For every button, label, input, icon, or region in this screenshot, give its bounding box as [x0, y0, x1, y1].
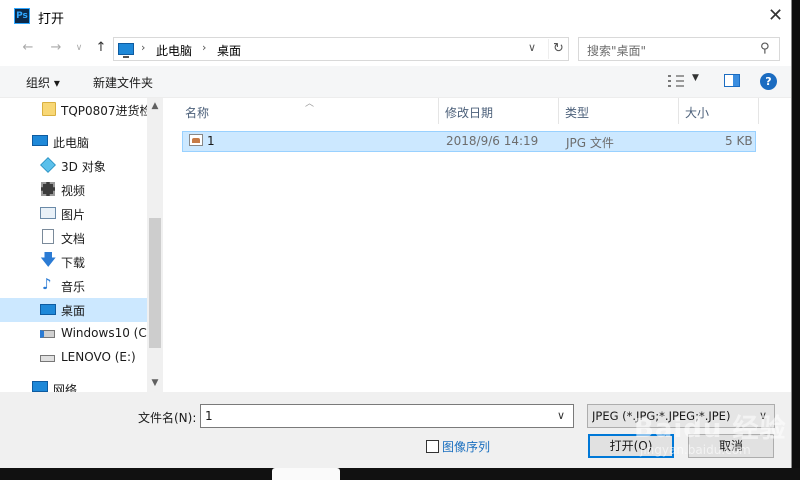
- desktop-icon: [40, 304, 56, 315]
- file-list: 名称 ︿ 修改日期 类型 大小 1 2018/9/6 14:19 JPG 文件 …: [164, 98, 791, 392]
- sidebar-item-label: 网络: [53, 383, 78, 392]
- sidebar-scroll-thumb[interactable]: [149, 218, 161, 348]
- photoshop-icon: Ps: [14, 8, 30, 24]
- breadcrumb-desktop[interactable]: 桌面: [217, 42, 241, 59]
- sidebar-item-label: 图片: [61, 208, 86, 222]
- sidebar-item-pictures[interactable]: 图片: [0, 202, 147, 226]
- breadcrumb-separator-icon: ›: [141, 41, 146, 54]
- new-folder-button[interactable]: 新建文件夹: [93, 74, 153, 91]
- recent-locations-button[interactable]: ∨: [70, 38, 88, 58]
- close-icon: ✕: [767, 5, 784, 26]
- filename-label: 文件名(N):: [138, 411, 197, 425]
- forward-arrow-icon: →: [50, 40, 62, 55]
- download-icon: 🡇: [40, 250, 57, 269]
- filename-dropdown-icon[interactable]: ∨: [557, 409, 565, 422]
- pc-icon: [32, 135, 48, 146]
- sort-ascending-icon: ︿: [305, 99, 315, 109]
- music-icon: ♪: [42, 275, 52, 293]
- column-header-type[interactable]: 类型: [559, 98, 679, 124]
- video-icon: [41, 182, 55, 196]
- preview-pane-icon[interactable]: [724, 74, 740, 87]
- column-header-date[interactable]: 修改日期: [439, 98, 559, 124]
- sidebar-item-3d-objects[interactable]: 3D 对象: [0, 154, 147, 178]
- sidebar-item-videos[interactable]: 视频: [0, 178, 147, 202]
- folder-icon: [42, 102, 56, 116]
- organize-button[interactable]: 组织 ▾: [26, 74, 60, 91]
- open-file-dialog: Ps 打开 ✕ ← → ∨ ↑ › 此电脑 › 桌面 ∨ ↻ 搜索"桌面" ⚲ …: [0, 0, 792, 468]
- sidebar-item-network[interactable]: 网络: [0, 377, 147, 392]
- chevron-down-icon: ∨: [75, 43, 83, 53]
- sidebar-item-drive-e[interactable]: LENOVO (E:): [0, 346, 147, 370]
- drive-e-icon: [40, 355, 55, 362]
- breadcrumb-separator-icon: ›: [202, 41, 207, 54]
- sidebar-item-drive-c[interactable]: Windows10 (C:: [0, 322, 149, 346]
- address-bar[interactable]: › 此电脑 › 桌面 ∨ ↻: [113, 37, 569, 61]
- column-header-name[interactable]: 名称 ︿: [179, 98, 439, 124]
- file-modified: 2018/9/6 14:19: [446, 134, 539, 148]
- filename-input[interactable]: 1 ∨: [200, 404, 574, 428]
- back-arrow-icon: ←: [22, 40, 34, 55]
- 3d-objects-icon: [40, 157, 56, 173]
- close-button[interactable]: ✕: [760, 0, 791, 32]
- window-title: 打开: [38, 12, 65, 27]
- background-tab: [272, 468, 340, 480]
- view-dropdown-icon[interactable]: ▼: [692, 73, 699, 83]
- drive-c-icon: [40, 330, 55, 338]
- network-icon: [32, 381, 48, 392]
- sidebar-item-label: LENOVO (E:): [61, 350, 136, 364]
- column-header-label: 大小: [685, 106, 710, 120]
- watermark-url: jingyan.baidu.com: [640, 443, 751, 457]
- sidebar-item-desktop[interactable]: 桌面: [0, 298, 147, 322]
- watermark-logo: Baidu 经验: [634, 414, 787, 444]
- sidebar-item-label: 视频: [61, 184, 86, 198]
- up-arrow-icon: ↑: [95, 40, 107, 55]
- filename-value: 1: [205, 409, 213, 423]
- pc-icon: [118, 43, 134, 58]
- column-header-label: 修改日期: [445, 106, 494, 120]
- sidebar-item-label: 桌面: [61, 304, 86, 318]
- image-sequence-checkbox[interactable]: [426, 440, 439, 453]
- breadcrumb-this-pc[interactable]: 此电脑: [156, 42, 192, 59]
- sidebar-item-downloads[interactable]: 🡇 下载: [0, 250, 147, 274]
- background-bottom-strip: [0, 468, 800, 480]
- scroll-up-icon[interactable]: ▲: [147, 98, 163, 114]
- sidebar-item-tqp0807[interactable]: TQP0807进货检: [0, 98, 149, 122]
- image-sequence-label: 图像序列: [442, 440, 491, 454]
- file-type: JPG 文件: [566, 136, 614, 150]
- sidebar-item-music[interactable]: ♪ 音乐: [0, 274, 147, 298]
- file-size: 5 KB: [725, 134, 753, 148]
- column-header-label: 名称: [185, 106, 210, 120]
- search-box[interactable]: 搜索"桌面" ⚲: [578, 37, 780, 61]
- up-button[interactable]: ↑: [92, 38, 110, 58]
- title-bar[interactable]: Ps 打开 ✕: [0, 0, 791, 32]
- navigation-pane: TQP0807进货检 此电脑 3D 对象 视频 图片 文档 🡇 下载 ♪ 音乐: [0, 98, 163, 392]
- sidebar-item-documents[interactable]: 文档: [0, 226, 147, 250]
- help-icon[interactable]: ?: [760, 73, 777, 90]
- sidebar-item-label: Windows10 (C:: [61, 326, 149, 340]
- pictures-icon: [40, 207, 56, 219]
- sidebar-item-label: 下载: [61, 256, 86, 270]
- file-row[interactable]: 1 2018/9/6 14:19 JPG 文件 5 KB: [182, 131, 756, 152]
- jpg-image-icon: [189, 134, 203, 146]
- navigation-bar: ← → ∨ ↑ › 此电脑 › 桌面 ∨ ↻ 搜索"桌面" ⚲: [0, 32, 791, 64]
- column-header-size[interactable]: 大小: [679, 98, 759, 124]
- column-header-label: 类型: [565, 106, 590, 120]
- sidebar-item-label: 3D 对象: [61, 160, 106, 174]
- sidebar-item-label: TQP0807进货检: [61, 104, 149, 118]
- file-name: 1: [207, 134, 215, 148]
- sidebar-item-label: 音乐: [61, 280, 86, 294]
- search-placeholder: 搜索"桌面": [587, 44, 647, 58]
- sidebar-item-label: 文档: [61, 232, 86, 246]
- search-icon: ⚲: [760, 41, 770, 56]
- scroll-down-icon[interactable]: ▼: [147, 375, 163, 391]
- command-toolbar: 组织 ▾ 新建文件夹 ▼ ?: [0, 66, 791, 98]
- forward-button[interactable]: →: [47, 38, 65, 58]
- sidebar-item-label: 此电脑: [53, 136, 90, 150]
- view-mode-icon[interactable]: [668, 75, 684, 87]
- refresh-icon[interactable]: ↻: [548, 39, 568, 59]
- address-dropdown-icon[interactable]: ∨: [528, 41, 536, 54]
- sidebar-item-this-pc[interactable]: 此电脑: [0, 130, 147, 154]
- documents-icon: [42, 229, 54, 244]
- back-button[interactable]: ←: [19, 38, 37, 58]
